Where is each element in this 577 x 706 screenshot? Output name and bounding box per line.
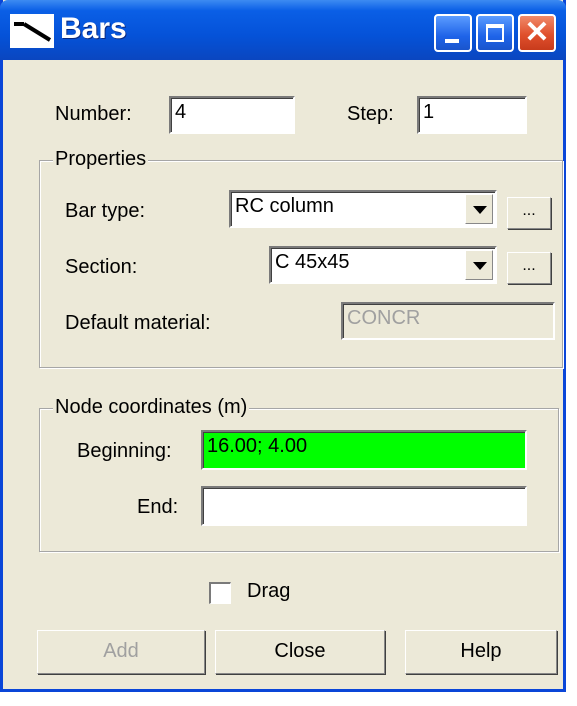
bar-type-select[interactable]: RC column bbox=[229, 190, 497, 228]
chevron-down-icon[interactable] bbox=[465, 194, 493, 224]
section-value: C 45x45 bbox=[275, 251, 350, 273]
title-bar[interactable]: Bars ✕ bbox=[0, 0, 566, 60]
minimize-button[interactable] bbox=[434, 14, 472, 52]
close-button[interactable]: Close bbox=[215, 630, 385, 674]
bars-dialog: Bars ✕ Number: 4 Step: 1 Properties Bar … bbox=[0, 0, 566, 692]
chevron-down-icon[interactable] bbox=[465, 250, 493, 280]
bar-type-label: Bar type: bbox=[65, 200, 146, 222]
maximize-button[interactable] bbox=[476, 14, 514, 52]
default-material-label: Default material: bbox=[65, 312, 211, 334]
window-title: Bars bbox=[60, 12, 127, 45]
end-field[interactable] bbox=[201, 486, 527, 526]
minimize-icon bbox=[445, 39, 459, 43]
bar-line-icon bbox=[10, 14, 54, 48]
node-coordinates-group-title: Node coordinates (m) bbox=[53, 396, 250, 419]
drag-checkbox[interactable] bbox=[209, 582, 231, 604]
number-label: Number: bbox=[55, 103, 132, 125]
bar-type-browse-button[interactable]: ... bbox=[507, 197, 551, 229]
step-label: Step: bbox=[347, 103, 394, 125]
section-label: Section: bbox=[65, 256, 138, 278]
help-button[interactable]: Help bbox=[405, 630, 557, 674]
close-window-button[interactable]: ✕ bbox=[518, 14, 556, 52]
section-select[interactable]: C 45x45 bbox=[269, 246, 497, 284]
default-material-field: CONCR bbox=[341, 302, 555, 340]
close-icon: ✕ bbox=[524, 16, 550, 49]
add-button[interactable]: Add bbox=[37, 630, 205, 674]
properties-group-title: Properties bbox=[53, 148, 149, 171]
end-label: End: bbox=[137, 496, 179, 518]
beginning-field[interactable]: 16.00; 4.00 bbox=[201, 430, 527, 470]
maximize-icon bbox=[486, 24, 504, 42]
section-browse-button[interactable]: ... bbox=[507, 252, 551, 284]
beginning-label: Beginning: bbox=[77, 440, 172, 462]
step-field[interactable]: 1 bbox=[417, 96, 527, 134]
number-field[interactable]: 4 bbox=[169, 96, 295, 134]
bar-type-value: RC column bbox=[235, 195, 334, 217]
drag-label[interactable]: Drag bbox=[247, 580, 290, 603]
